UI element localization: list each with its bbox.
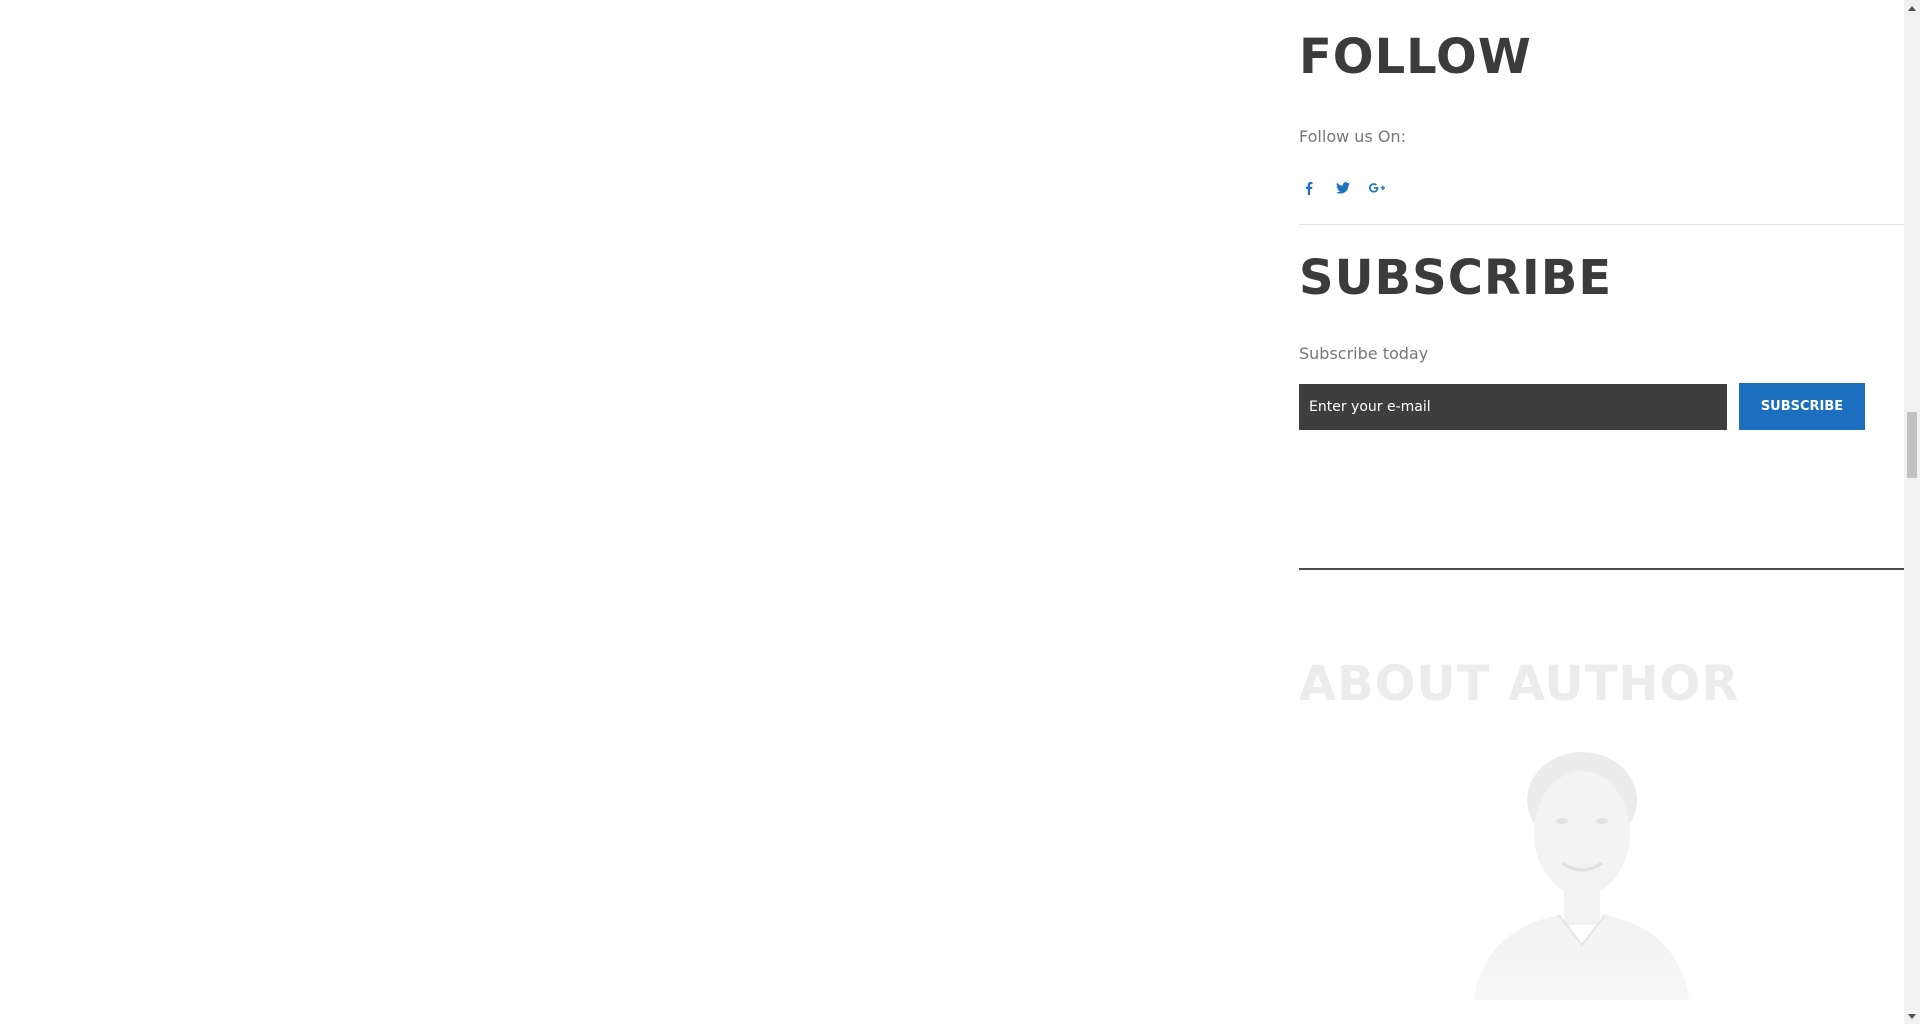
about-author-title: ABOUT AUTHOR — [1299, 656, 1740, 712]
subscribe-title: SUBSCRIBE — [1299, 250, 1613, 306]
social-links — [1299, 178, 1387, 198]
sidebar: FOLLOW Follow us On: SUBSCRIBE Subscribe — [1299, 0, 1904, 1024]
facebook-link[interactable] — [1299, 178, 1319, 198]
follow-title: FOLLOW — [1299, 29, 1532, 85]
scrollbar[interactable] — [1904, 0, 1920, 1024]
google-plus-link[interactable] — [1367, 178, 1387, 198]
subscribe-text: Subscribe today — [1299, 344, 1429, 363]
email-input[interactable] — [1299, 384, 1727, 430]
page: FOLLOW Follow us On: SUBSCRIBE Subscribe — [0, 0, 1920, 1024]
section-divider-dark — [1299, 568, 1904, 570]
author-photo — [1474, 752, 1689, 1000]
section-divider — [1299, 224, 1904, 225]
google-plus-icon — [1369, 183, 1385, 193]
follow-text: Follow us On: — [1299, 127, 1406, 146]
scroll-thumb[interactable] — [1907, 412, 1917, 478]
twitter-link[interactable] — [1333, 178, 1353, 198]
scroll-down-arrow[interactable] — [1904, 1008, 1920, 1024]
facebook-icon — [1305, 181, 1313, 195]
subscribe-button[interactable]: SUBSCRIBE — [1739, 383, 1865, 430]
twitter-icon — [1336, 182, 1350, 194]
scroll-up-arrow[interactable] — [1904, 0, 1920, 16]
